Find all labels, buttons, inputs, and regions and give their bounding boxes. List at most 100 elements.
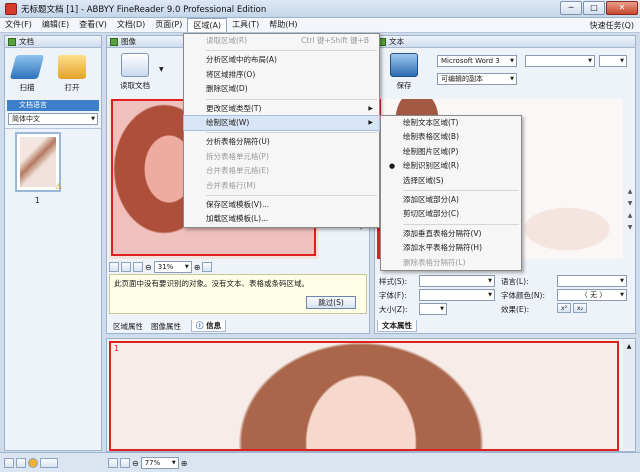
text-properties: 样式(S): 字体(F): 大小(Z): 语言(L): 字体颜色(N): 〈 无… bbox=[377, 275, 633, 320]
folder-icon bbox=[58, 55, 86, 79]
save-format-select[interactable]: Microsoft Word 3 bbox=[437, 55, 517, 67]
tab-text-properties[interactable]: 文本属性 bbox=[377, 320, 417, 332]
info-icon: ⓘ bbox=[196, 321, 204, 330]
draw-submenu-item-6[interactable]: 添加区域部分(A) bbox=[381, 193, 521, 207]
text-size-select[interactable] bbox=[599, 55, 627, 67]
read-document-button[interactable]: 读取文档 bbox=[113, 50, 157, 98]
draw-submenu-item-10[interactable]: 添加水平表格分隔符(H) bbox=[381, 241, 521, 255]
actual-size-icon[interactable] bbox=[133, 262, 143, 272]
quick-tasks-menu[interactable]: 快速任务(Q) bbox=[589, 18, 634, 33]
superscript-button[interactable]: x² bbox=[557, 303, 571, 313]
menu-area[interactable]: 区域(A) bbox=[187, 18, 228, 32]
menu-help[interactable]: 帮助(H) bbox=[264, 18, 302, 32]
menu-bar: 文件(F) 编辑(E) 查看(V) 文档(D) 页面(P) 区域(A) 工具(T… bbox=[0, 18, 640, 33]
draw-submenu-item-0[interactable]: 绘制文本区域(T) bbox=[381, 116, 521, 130]
status-bar: ⊖ 77% ⊕ bbox=[0, 452, 640, 472]
info-message: 此页面中没有要识别的对象。没有文本、表格或条码区域。 bbox=[114, 279, 309, 288]
status-view-icon[interactable] bbox=[40, 458, 58, 468]
skip-button[interactable]: 跳过(S) bbox=[306, 296, 356, 309]
font-color-select[interactable]: 〈 无 〉 bbox=[557, 289, 627, 301]
style-select[interactable] bbox=[419, 275, 495, 287]
draw-submenu-item-9[interactable]: 添加垂直表格分隔符(V) bbox=[381, 227, 521, 241]
menu-page[interactable]: 页面(P) bbox=[150, 18, 187, 32]
tab-area-properties[interactable]: 区域属性 bbox=[109, 321, 147, 333]
menu-file[interactable]: 文件(F) bbox=[0, 18, 37, 32]
tab-info[interactable]: ⓘ 信息 bbox=[191, 320, 227, 332]
language-select[interactable]: 简体中文 bbox=[8, 113, 98, 125]
text-font-select[interactable] bbox=[525, 55, 595, 67]
area-menu-item-label: 绘制区域(W) bbox=[206, 117, 250, 127]
draw-submenu-item-3[interactable]: ● 绘制识别区域(R) bbox=[381, 159, 521, 173]
text-panel-title: 文本 bbox=[389, 37, 404, 46]
menu-tools[interactable]: 工具(T) bbox=[227, 18, 264, 32]
area-menu-item-9[interactable]: 分析表格分隔符(U) bbox=[184, 135, 379, 149]
read-dropdown-arrow[interactable]: ▼ bbox=[159, 66, 164, 73]
zoom-scrollbar[interactable]: ▲ bbox=[623, 341, 635, 449]
draw-submenu-item-2[interactable]: 绘制图片区域(P) bbox=[381, 145, 521, 159]
document-panel-icon bbox=[8, 38, 16, 46]
zoom-panel-zoom-in-icon[interactable]: ⊕ bbox=[181, 459, 188, 468]
shortcut-text: Ctrl 键+Shift 键+B bbox=[301, 36, 369, 45]
status-save-icon[interactable] bbox=[16, 458, 26, 468]
open-button[interactable]: 打开 bbox=[53, 52, 91, 100]
area-menu-item-label: 更改区域类型(T) bbox=[206, 103, 262, 113]
text-panel-header: 文本 bbox=[375, 36, 635, 48]
zoom-in-icon[interactable]: ⊕ bbox=[194, 263, 201, 272]
area-menu: 读取区域(R) Ctrl 键+Shift 键+B 分析区域中的布局(A) 将区域排序(… bbox=[183, 33, 380, 228]
area-menu-item-14[interactable]: 保存区域模板(V)... bbox=[184, 198, 379, 212]
area-menu-item-3[interactable]: 将区域排序(O) bbox=[184, 68, 379, 82]
image-zoom-select[interactable]: 31% bbox=[153, 261, 192, 273]
tab-info-label: 信息 bbox=[206, 321, 222, 330]
area-menu-item-label: 分析表格分隔符(U) bbox=[206, 137, 270, 147]
area-menu-item-label: 合并表格单元格(E) bbox=[206, 166, 270, 176]
draw-submenu-item-7[interactable]: 剪切区域部分(C) bbox=[381, 207, 521, 221]
tab-image-properties[interactable]: 图像属性 bbox=[147, 321, 185, 333]
menu-separator bbox=[206, 132, 377, 134]
draw-area-submenu: 绘制文本区域(T) 绘制表格区域(B) 绘制图片区域(P) ● 绘制识别区域(R) 选择区… bbox=[380, 115, 522, 271]
text-scroll-controls[interactable]: ▲ ▼ ▲ ▼ bbox=[625, 186, 635, 256]
area-menu-item-12: 合并表格行(M) bbox=[184, 179, 379, 193]
area-menu-item-0: 读取区域(R) Ctrl 键+Shift 键+B bbox=[184, 34, 379, 48]
zoom-fit-page-icon[interactable] bbox=[120, 458, 130, 468]
area-menu-item-6[interactable]: 更改区域类型(T) ▶ bbox=[184, 102, 379, 116]
zoom-panel-zoom-select[interactable]: 77% bbox=[140, 457, 179, 469]
font-select[interactable] bbox=[419, 289, 495, 301]
save-button[interactable]: 保存 bbox=[385, 50, 423, 98]
menu-separator bbox=[206, 98, 377, 100]
view-toggle-icon[interactable] bbox=[202, 262, 213, 272]
fit-page-icon[interactable] bbox=[121, 262, 131, 272]
fit-width-icon[interactable] bbox=[109, 262, 119, 272]
zoom-fit-width-icon[interactable] bbox=[108, 458, 118, 468]
language-header-label: 文档语言 bbox=[19, 101, 47, 109]
scan-button[interactable]: 扫描 bbox=[8, 52, 46, 100]
style-label: 样式(S): bbox=[379, 277, 408, 286]
zoom-panel-zoom-out-icon[interactable]: ⊖ bbox=[132, 459, 139, 468]
area-menu-item-2[interactable]: 分析区域中的布局(A) bbox=[184, 53, 379, 67]
draw-submenu-item-4[interactable]: 选择区域(S) bbox=[381, 174, 521, 188]
size-select[interactable] bbox=[419, 303, 447, 315]
status-task-icon[interactable] bbox=[28, 458, 38, 468]
close-button[interactable]: ✕ bbox=[606, 1, 638, 15]
maximize-button[interactable]: □ bbox=[583, 1, 605, 15]
area-menu-item-15[interactable]: 加载区域模板(L)... bbox=[184, 212, 379, 226]
menu-view[interactable]: 查看(V) bbox=[74, 18, 112, 32]
title-bar: 无标题文档 [1] - ABBYY FineReader 9.0 Profess… bbox=[0, 0, 640, 18]
draw-submenu-item-label: 绘制表格区域(B) bbox=[403, 132, 459, 142]
menu-document[interactable]: 文档(D) bbox=[112, 18, 150, 32]
area-menu-item-4[interactable]: 删除区域(D) bbox=[184, 82, 379, 96]
zoom-out-icon[interactable]: ⊖ bbox=[145, 263, 152, 272]
status-pages-icon[interactable] bbox=[4, 458, 14, 468]
area-menu-item-label: 保存区域模板(V)... bbox=[206, 199, 270, 209]
font-color-label: 字体颜色(N): bbox=[501, 291, 545, 300]
zoom-page-marker: 1 bbox=[114, 344, 120, 353]
minimize-button[interactable]: ─ bbox=[560, 1, 582, 15]
read-document-label: 读取文档 bbox=[120, 81, 150, 90]
menu-edit[interactable]: 编辑(E) bbox=[37, 18, 74, 32]
document-panel-header: 文档 bbox=[5, 36, 101, 48]
text-language-select[interactable] bbox=[557, 275, 627, 287]
subscript-button[interactable]: x₂ bbox=[573, 303, 587, 313]
save-mode-select[interactable]: 可编辑的副本 bbox=[437, 73, 517, 85]
zoom-view[interactable]: 1 bbox=[109, 341, 619, 451]
draw-submenu-item-1[interactable]: 绘制表格区域(B) bbox=[381, 130, 521, 144]
area-menu-item-7[interactable]: 绘制区域(W) ▶ bbox=[183, 114, 380, 132]
